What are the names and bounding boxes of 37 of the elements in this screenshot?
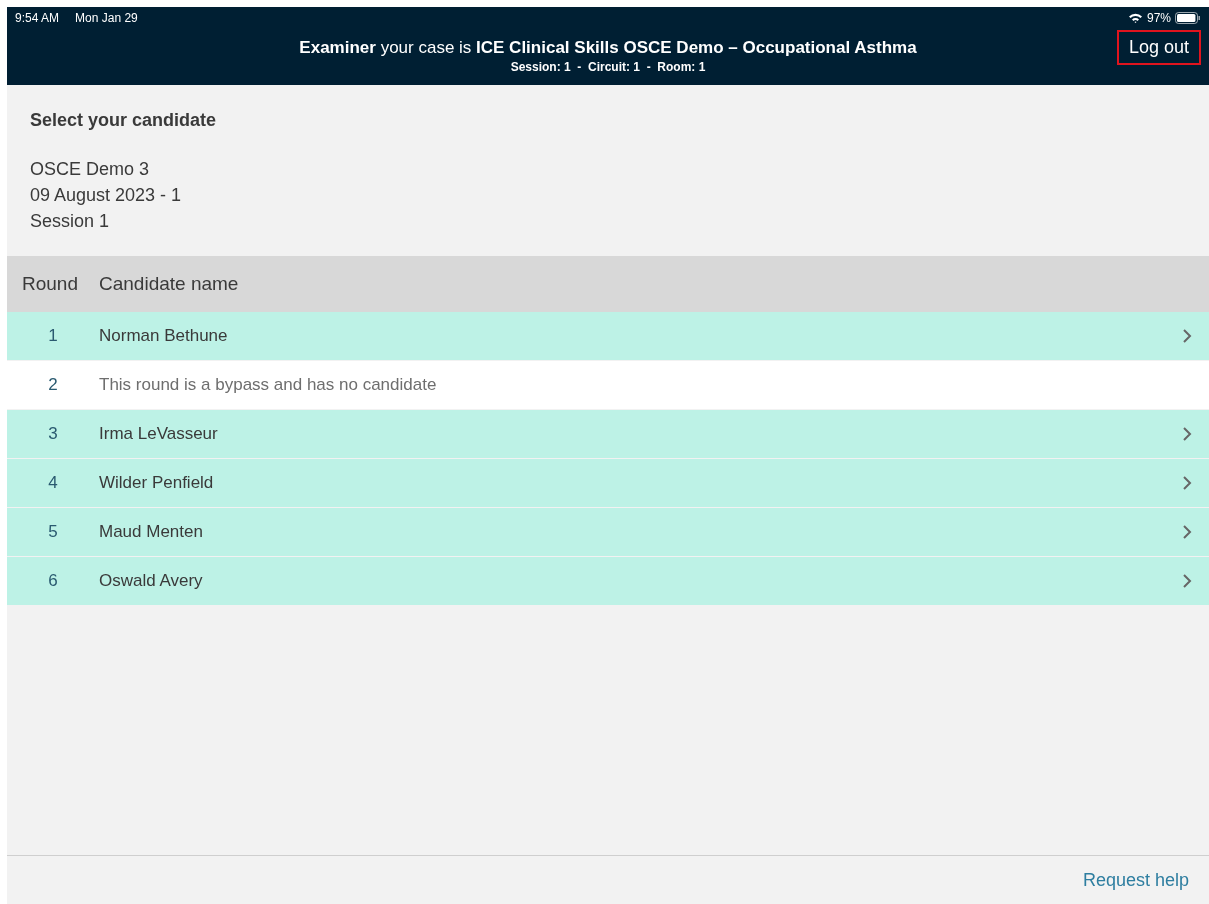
column-header: Round — [21, 271, 79, 296]
status-date: Mon Jan 29 — [75, 10, 138, 27]
detail-text: OSCE Demo 3 — [30, 158, 151, 181]
candidate-row[interactable]: 4 Wilder Penfield — [7, 459, 1209, 508]
round-number: 2 — [47, 374, 59, 397]
chevron-right-icon — [1181, 475, 1193, 491]
candidate-row[interactable]: 6 Oswald Avery — [7, 557, 1209, 606]
chevron-right-icon — [1181, 328, 1193, 344]
candidate-row[interactable]: 5 Maud Menten — [7, 508, 1209, 557]
session-info: Session: 1 - Circuit: 1 - Room: 1 — [510, 59, 706, 77]
detail-text: 09 August 2023 - 1 — [30, 184, 183, 207]
battery-percentage: 97% — [1146, 10, 1171, 27]
candidate-row[interactable]: 1 Norman Bethune — [7, 312, 1209, 361]
round-number: 5 — [47, 521, 59, 544]
case-title: Examiner your case is ICE Clinical Skills OSCE Demo – Occupational Asthma — [299, 37, 917, 59]
battery-icon — [1175, 12, 1201, 24]
bypass-message: This round is a bypass and has no candidate — [99, 374, 438, 397]
candidate-row[interactable]: 3 Irma LeVasseur — [7, 410, 1209, 459]
round-number: 6 — [47, 570, 59, 593]
candidate-name: Irma LeVasseur — [99, 423, 219, 446]
candidate-name: Maud Menten — [99, 521, 204, 544]
candidate-name: Oswald Avery — [99, 570, 204, 593]
candidate-name: Wilder Penfield — [99, 472, 215, 495]
candidate-name: Norman Bethune — [99, 325, 229, 348]
chevron-right-icon — [1181, 426, 1193, 442]
column-header: Candidate name — [99, 271, 239, 296]
status-time: 9:54 AM — [15, 10, 60, 27]
round-number: 3 — [47, 423, 59, 446]
round-number: 4 — [47, 472, 59, 495]
detail-text: Session 1 — [30, 210, 111, 233]
section-heading: Select your candidate — [30, 109, 218, 132]
logout-button[interactable]: Log out — [1116, 30, 1201, 65]
round-number: 1 — [47, 325, 59, 348]
chevron-right-icon — [1181, 524, 1193, 540]
wifi-icon — [1127, 12, 1143, 24]
request-help-link[interactable]: Request help — [1082, 866, 1189, 894]
chevron-right-icon — [1181, 573, 1193, 589]
